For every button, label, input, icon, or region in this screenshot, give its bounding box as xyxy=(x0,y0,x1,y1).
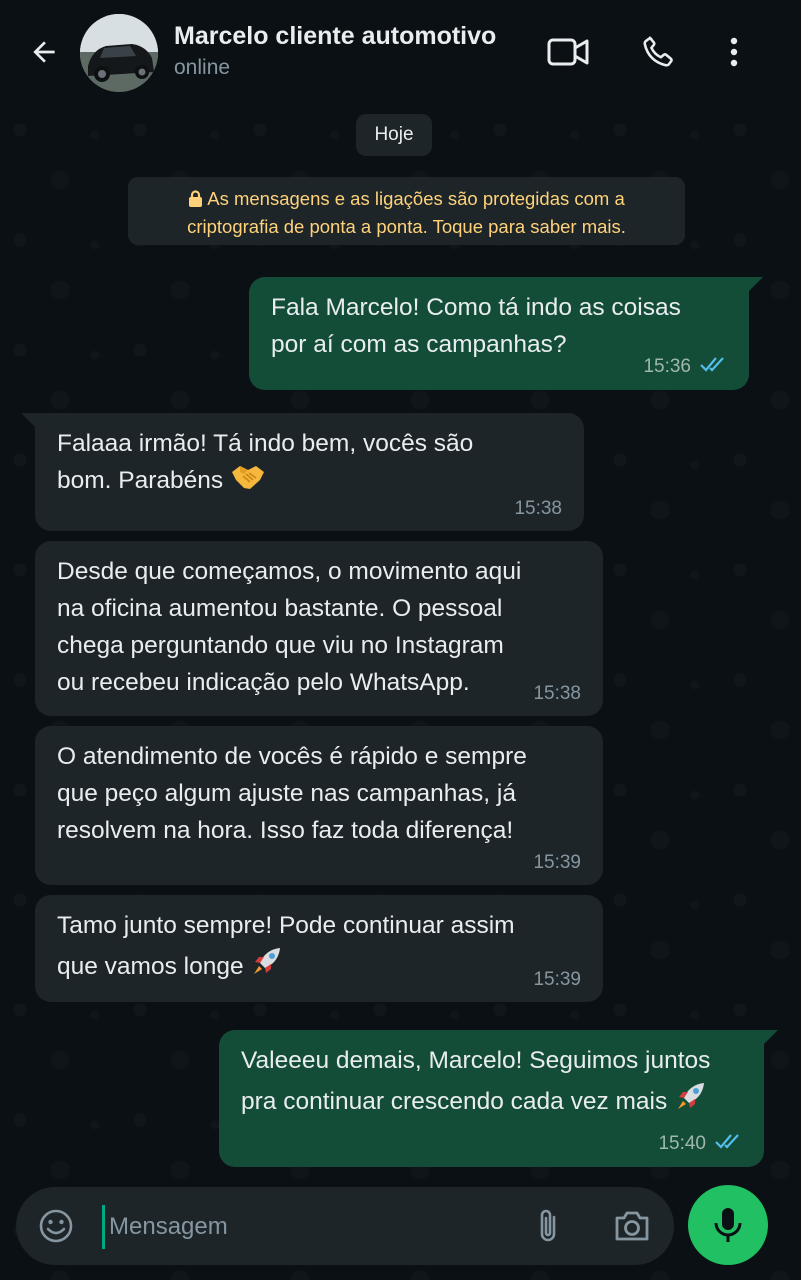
chat-header: Marcelo cliente automotivo online xyxy=(0,0,801,104)
rocket-emoji xyxy=(674,1079,708,1124)
message-time: 15:40 xyxy=(658,1132,706,1154)
camera-icon[interactable] xyxy=(610,1206,654,1246)
more-options-icon[interactable] xyxy=(712,30,756,74)
message-meta: 15:38 xyxy=(514,499,562,519)
message-composer xyxy=(16,1187,674,1265)
message-text: Valeeeu demais, Marcelo! Seguimos juntos… xyxy=(241,1047,711,1115)
message-bubble-outgoing[interactable]: Fala Marcelo! Como tá indo as coisas por… xyxy=(249,277,749,390)
contact-name: Marcelo cliente automotivo xyxy=(174,22,497,50)
rocket-emoji xyxy=(250,944,284,989)
date-chip: Hoje xyxy=(356,114,432,156)
back-arrow-icon[interactable] xyxy=(22,30,66,74)
message-text: O atendimento de vocês é rápido e sempre… xyxy=(57,743,527,844)
microphone-icon xyxy=(714,1208,742,1242)
contact-status: online xyxy=(174,56,231,79)
message-text: Desde que começamos, o movimento aqui na… xyxy=(57,558,522,696)
bubble-tail xyxy=(764,1030,778,1044)
message-text-wrap: Falaaa irmão! Tá indo bem, vocês são bom… xyxy=(57,425,562,503)
microphone-button[interactable] xyxy=(688,1185,768,1265)
message-time: 15:39 xyxy=(533,852,581,873)
message-text: Tamo junto sempre! Pode continuar assim … xyxy=(57,912,515,980)
video-call-icon[interactable] xyxy=(546,30,590,74)
encryption-line2: criptografia de ponta a ponta. Toque par… xyxy=(187,216,626,237)
message-bubble-outgoing[interactable]: Valeeeu demais, Marcelo! Seguimos juntos… xyxy=(219,1030,764,1167)
encryption-notice[interactable]: As mensagens e as ligações são protegida… xyxy=(128,177,685,245)
encryption-line1: As mensagens e as ligações são protegida… xyxy=(207,188,625,209)
attach-paperclip-icon[interactable] xyxy=(528,1206,568,1246)
phone-call-icon[interactable] xyxy=(636,30,680,74)
lock-icon xyxy=(188,188,203,214)
handshake-emoji xyxy=(230,462,266,503)
message-bubble-incoming[interactable]: Tamo junto sempre! Pode continuar assim … xyxy=(35,895,603,1002)
message-bubble-incoming[interactable]: Falaaa irmão! Tá indo bem, vocês são bom… xyxy=(35,413,584,531)
message-time: 15:39 xyxy=(533,969,581,990)
message-time: 15:38 xyxy=(514,498,562,519)
message-meta: 15:40 xyxy=(658,1132,742,1155)
message-meta: 15:36 xyxy=(643,355,727,378)
message-input[interactable] xyxy=(102,1205,511,1249)
message-meta: 15:39 xyxy=(533,970,581,990)
emoji-icon[interactable] xyxy=(36,1206,76,1246)
bubble-tail xyxy=(749,277,763,291)
message-text: Fala Marcelo! Como tá indo as coisas por… xyxy=(271,294,681,358)
message-text-wrap: Tamo junto sempre! Pode continuar assim … xyxy=(57,907,581,989)
contact-info[interactable]: Marcelo cliente automotivo online xyxy=(174,20,496,84)
avatar[interactable] xyxy=(80,14,158,92)
message-text-wrap: Valeeeu demais, Marcelo! Seguimos juntos… xyxy=(241,1042,742,1124)
read-ticks-icon xyxy=(714,1132,742,1155)
message-meta: 15:39 xyxy=(533,853,581,873)
read-ticks-icon xyxy=(699,355,727,378)
message-bubble-incoming[interactable]: O atendimento de vocês é rápido e sempre… xyxy=(35,726,603,885)
bubble-tail xyxy=(21,413,35,427)
message-bubble-incoming[interactable]: Desde que começamos, o movimento aqui na… xyxy=(35,541,603,716)
message-time: 15:36 xyxy=(643,355,691,377)
message-meta: 15:38 xyxy=(533,684,581,704)
message-time: 15:38 xyxy=(533,683,581,704)
